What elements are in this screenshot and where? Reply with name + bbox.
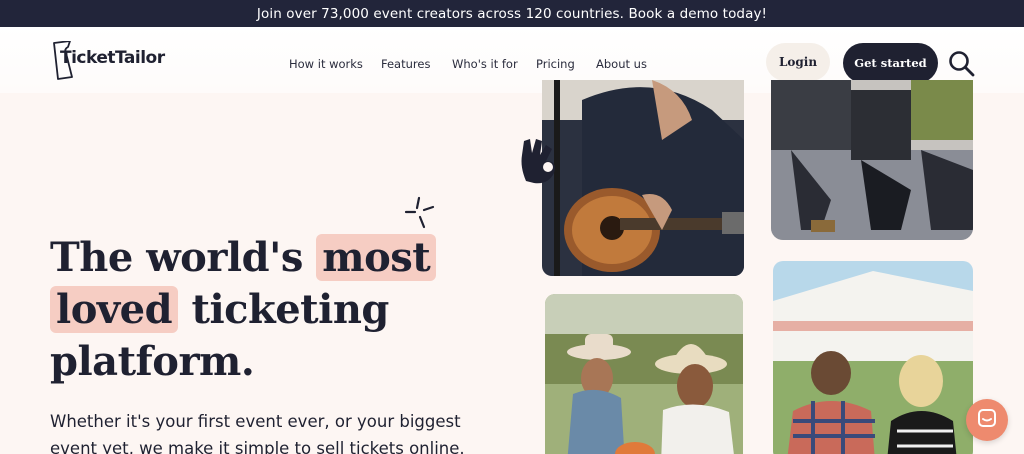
announcement-text[interactable]: Join over 73,000 event creators across 1… <box>257 6 767 22</box>
photo-guitarist <box>542 80 744 276</box>
announcement-bar[interactable]: Join over 73,000 event creators across 1… <box>0 0 1024 27</box>
nav-link-whos-it-for[interactable]: Who's it for <box>452 57 536 71</box>
get-started-button[interactable]: Get started <box>843 43 938 83</box>
chat-icon <box>976 407 998 433</box>
photo-audience-seated <box>771 80 973 240</box>
hero-subtitle: Whether it's your first event ever, or y… <box>50 412 465 454</box>
nav-links: How it works Features Who's it for Prici… <box>289 57 666 71</box>
login-button[interactable]: Login <box>766 43 830 81</box>
hero-title-highlight-loved: loved <box>50 286 179 333</box>
hero-title-part1: The world's <box>50 234 303 281</box>
chat-button[interactable] <box>966 399 1008 441</box>
photo-festival-crowd <box>773 261 973 454</box>
sparkle-icon <box>402 196 436 234</box>
photo-two-women <box>545 294 743 454</box>
brand-name: TicketTailor <box>60 48 165 68</box>
search-icon[interactable] <box>948 50 976 82</box>
brand-logo[interactable]: TicketTailor <box>50 41 170 81</box>
hero-title-part3: platform. <box>50 338 255 385</box>
hero-title-part2: ticketing <box>191 286 389 333</box>
nav-link-about-us[interactable]: About us <box>596 57 666 71</box>
nav-link-how-it-works[interactable]: How it works <box>289 57 381 71</box>
hero-title-highlight-most: most <box>316 234 437 281</box>
hero-title: The world's most loved ticketing platfor… <box>50 232 510 388</box>
ok-hand-icon <box>518 137 564 191</box>
nav-link-pricing[interactable]: Pricing <box>536 57 596 71</box>
nav-link-features[interactable]: Features <box>381 57 452 71</box>
